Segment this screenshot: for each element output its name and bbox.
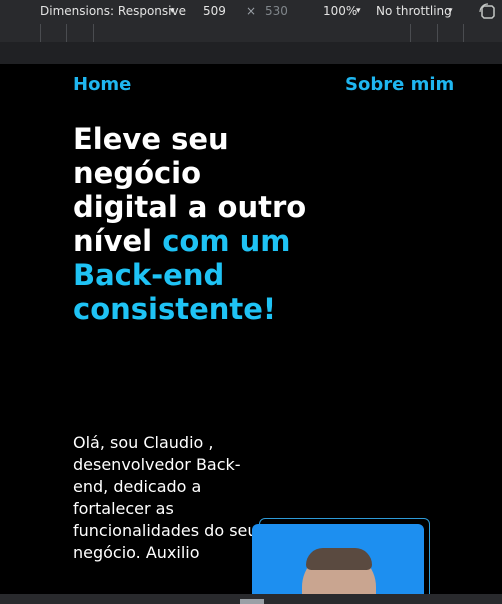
times-icon: × <box>246 4 257 18</box>
scrollbar-thumb[interactable] <box>240 599 264 604</box>
devtools-toolbar: Dimensions: Responsive ▾ 509 × 530 100% … <box>0 0 502 24</box>
throttling-caret-icon[interactable]: ▾ <box>448 6 453 16</box>
ruler-tick <box>66 24 67 42</box>
zoom-caret-icon[interactable]: ▾ <box>356 6 361 16</box>
ruler-tick <box>463 24 464 42</box>
height-input[interactable]: 530 <box>265 4 288 18</box>
device-ruler <box>0 24 502 42</box>
dimensions-caret-icon[interactable]: ▾ <box>170 6 175 16</box>
throttling-dropdown[interactable]: No throttling <box>376 4 452 18</box>
rotate-icon[interactable] <box>478 2 498 22</box>
width-input[interactable]: 509 <box>203 4 226 18</box>
nav-about-link[interactable]: Sobre mim <box>345 74 454 95</box>
avatar-photo <box>252 524 424 594</box>
ruler-tick <box>437 24 438 42</box>
viewport-top-gap <box>0 42 502 64</box>
nav-home-link[interactable]: Home <box>73 74 131 95</box>
ruler-tick <box>93 24 94 42</box>
page-viewport[interactable]: Home Sobre mim Eleve seu negócio digital… <box>0 64 502 594</box>
ruler-tick <box>40 24 41 42</box>
avatar-hair <box>306 548 372 570</box>
intro-paragraph: Olá, sou Claudio , desenvolvedor Back-en… <box>73 433 258 562</box>
ruler-tick <box>410 24 411 42</box>
zoom-dropdown[interactable]: 100% <box>323 4 357 18</box>
hero-headline: Eleve seu negócio digital a outro nível … <box>73 122 313 326</box>
dimensions-dropdown[interactable]: Dimensions: Responsive <box>40 4 186 18</box>
